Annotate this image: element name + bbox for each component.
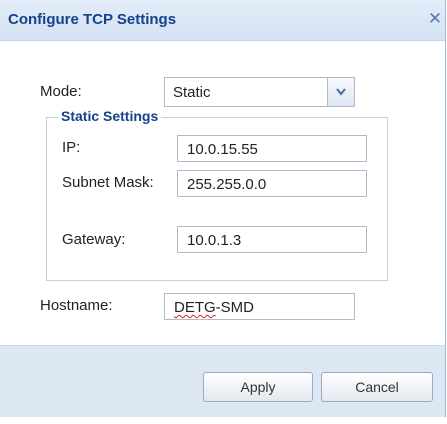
gateway-field[interactable]: 10.0.1.3 <box>177 226 367 253</box>
hostname-field-value-rest: -SMD <box>215 299 254 316</box>
subnet-mask-field[interactable]: 255.255.0.0 <box>177 170 367 197</box>
gateway-field-value: 10.0.1.3 <box>187 232 242 249</box>
ip-field[interactable]: 10.0.15.55 <box>177 135 367 162</box>
hostname-field[interactable]: DETG-SMD <box>164 293 355 320</box>
static-settings-legend: Static Settings <box>58 108 162 124</box>
mode-select-value: Static <box>173 84 211 101</box>
gateway-label: Gateway: <box>62 231 126 248</box>
dialog-body: Mode: Static Static Settings IP: 10.0.15… <box>0 41 445 345</box>
dialog-title: Configure TCP Settings <box>8 11 177 28</box>
subnet-mask-label: Subnet Mask: <box>62 174 154 191</box>
subnet-mask-field-value: 255.255.0.0 <box>187 176 267 193</box>
cancel-button[interactable]: Cancel <box>321 372 433 402</box>
mode-select[interactable]: Static <box>164 77 355 107</box>
dialog-titlebar[interactable]: Configure TCP Settings ✕ <box>0 0 445 41</box>
close-icon[interactable]: ✕ <box>425 9 445 29</box>
ip-field-value: 10.0.15.55 <box>187 141 258 158</box>
mode-label: Mode: <box>40 83 82 100</box>
hostname-field-value-flagged: DETG <box>174 299 216 316</box>
dialog-footer: Apply Cancel <box>0 345 445 417</box>
mode-select-trigger[interactable] <box>327 78 354 106</box>
chevron-down-icon <box>336 88 346 96</box>
tcp-settings-dialog: Configure TCP Settings ✕ Mode: Static St… <box>0 0 446 417</box>
apply-button[interactable]: Apply <box>203 372 313 402</box>
ip-label: IP: <box>62 139 81 156</box>
hostname-label: Hostname: <box>40 297 113 314</box>
